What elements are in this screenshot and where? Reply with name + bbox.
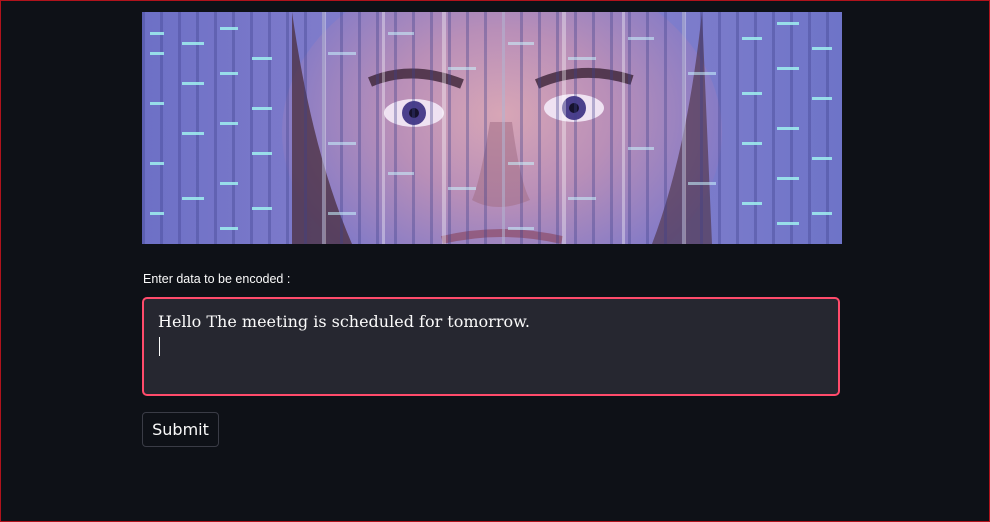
submit-button[interactable]: Submit [142, 412, 219, 447]
textarea-label: Enter data to be encoded : [143, 272, 291, 286]
banner-art [142, 12, 842, 244]
data-textarea[interactable]: Hello The meeting is scheduled for tomor… [142, 297, 840, 396]
text-caret [159, 337, 160, 356]
banner-image [142, 12, 842, 244]
app-window: Enter data to be encoded : Hello The mee… [0, 0, 990, 522]
textarea-value: Hello The meeting is scheduled for tomor… [158, 312, 530, 331]
